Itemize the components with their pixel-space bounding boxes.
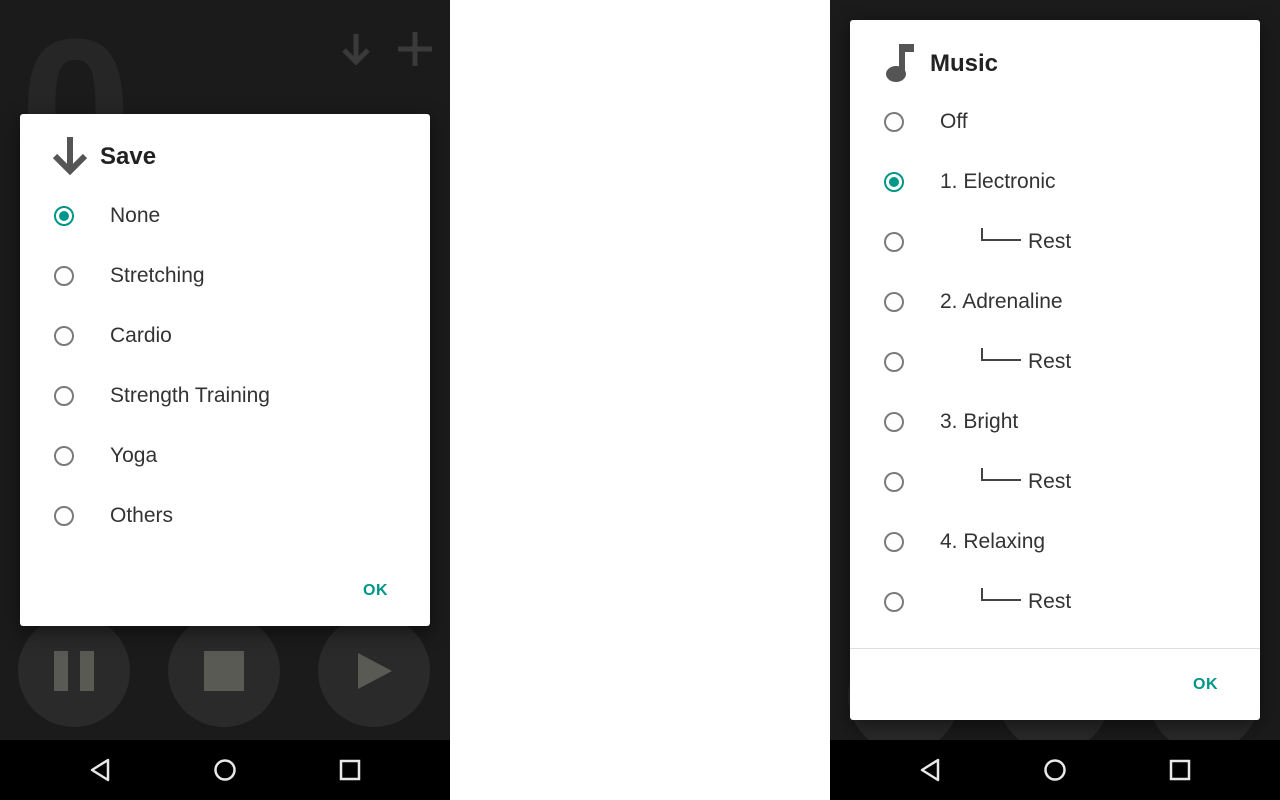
navigation-bar bbox=[0, 740, 450, 800]
radio-button[interactable] bbox=[54, 386, 74, 406]
music-option-adrenaline-rest[interactable]: Rest bbox=[850, 332, 1260, 392]
stop-icon bbox=[204, 651, 244, 691]
music-note-icon bbox=[886, 44, 914, 82]
option-label: None bbox=[110, 204, 161, 227]
option-label: Others bbox=[110, 504, 174, 527]
save-option-yoga[interactable]: Yoga bbox=[20, 426, 430, 486]
background-play-button bbox=[318, 615, 430, 727]
tree-connector bbox=[981, 588, 1021, 601]
radio-button[interactable] bbox=[884, 172, 904, 192]
background-pause-button bbox=[18, 615, 130, 727]
music-option-off[interactable]: Off bbox=[850, 92, 1260, 152]
recents-icon bbox=[339, 759, 361, 781]
music-option-electronic-rest[interactable]: Rest bbox=[850, 212, 1260, 272]
recents-icon bbox=[1169, 759, 1191, 781]
left-screen: 0 Save None Stretching Cardio Strength T… bbox=[0, 0, 450, 800]
option-label: 4. Relaxing bbox=[940, 530, 1046, 553]
tree-connector bbox=[981, 468, 1021, 481]
music-option-electronic[interactable]: 1. Electronic bbox=[850, 152, 1260, 212]
option-label: Cardio bbox=[110, 324, 172, 347]
option-label: Rest bbox=[1028, 590, 1072, 613]
radio-button[interactable] bbox=[884, 412, 904, 432]
radio-button[interactable] bbox=[54, 446, 74, 466]
option-label: Rest bbox=[1028, 350, 1072, 373]
save-option-none[interactable]: None bbox=[20, 186, 430, 246]
music-dialog: Music Off 1. Electronic Rest 2. Adrenali… bbox=[850, 20, 1260, 720]
option-label: 3. Bright bbox=[940, 410, 1019, 433]
music-option-bright-rest[interactable]: Rest bbox=[850, 452, 1260, 512]
save-option-others[interactable]: Others bbox=[20, 486, 430, 546]
back-icon bbox=[90, 758, 110, 782]
radio-button[interactable] bbox=[884, 352, 904, 372]
home-button[interactable] bbox=[210, 755, 240, 785]
tree-connector bbox=[981, 228, 1021, 241]
radio-button[interactable] bbox=[884, 112, 904, 132]
radio-button[interactable] bbox=[54, 326, 74, 346]
dialog-divider bbox=[850, 648, 1260, 649]
option-label: Strength Training bbox=[110, 384, 270, 407]
option-label: Rest bbox=[1028, 470, 1072, 493]
radio-button[interactable] bbox=[884, 472, 904, 492]
home-button[interactable] bbox=[1040, 755, 1070, 785]
background-plus-icon bbox=[398, 32, 432, 66]
radio-button[interactable] bbox=[884, 532, 904, 552]
music-option-adrenaline[interactable]: 2. Adrenaline bbox=[850, 272, 1260, 332]
radio-button[interactable] bbox=[884, 232, 904, 252]
option-label: 1. Electronic bbox=[940, 170, 1056, 193]
music-option-relaxing-rest[interactable]: Rest bbox=[850, 572, 1260, 632]
radio-button[interactable] bbox=[884, 292, 904, 312]
navigation-bar bbox=[830, 740, 1280, 800]
radio-button[interactable] bbox=[54, 506, 74, 526]
arrow-down-icon bbox=[52, 137, 88, 176]
recents-button[interactable] bbox=[1165, 755, 1195, 785]
save-option-strength-training[interactable]: Strength Training bbox=[20, 366, 430, 426]
save-ok-button[interactable]: OK bbox=[363, 582, 388, 600]
option-label: Stretching bbox=[110, 264, 205, 287]
back-button[interactable] bbox=[915, 755, 945, 785]
pause-icon bbox=[54, 651, 94, 691]
music-option-bright[interactable]: 3. Bright bbox=[850, 392, 1260, 452]
option-label: Off bbox=[940, 110, 968, 133]
option-label: Yoga bbox=[110, 444, 158, 467]
background-arrow-down-icon bbox=[342, 34, 370, 66]
radio-button[interactable] bbox=[54, 266, 74, 286]
option-label: 2. Adrenaline bbox=[940, 290, 1063, 313]
radio-button[interactable] bbox=[884, 592, 904, 612]
back-icon bbox=[920, 758, 940, 782]
save-option-stretching[interactable]: Stretching bbox=[20, 246, 430, 306]
option-label: Rest bbox=[1028, 230, 1072, 253]
right-screen: Music Off 1. Electronic Rest 2. Adrenali… bbox=[830, 0, 1280, 800]
music-dialog-title: Music bbox=[930, 50, 999, 77]
music-ok-button[interactable]: OK bbox=[1193, 676, 1218, 694]
save-dialog: Save None Stretching Cardio Strength Tra… bbox=[20, 114, 430, 626]
background-stop-button bbox=[168, 615, 280, 727]
home-icon bbox=[214, 759, 236, 781]
radio-button[interactable] bbox=[54, 206, 74, 226]
save-option-cardio[interactable]: Cardio bbox=[20, 306, 430, 366]
back-button[interactable] bbox=[85, 755, 115, 785]
home-icon bbox=[1044, 759, 1066, 781]
recents-button[interactable] bbox=[335, 755, 365, 785]
save-dialog-title: Save bbox=[100, 143, 157, 170]
tree-connector bbox=[981, 348, 1021, 361]
music-option-relaxing[interactable]: 4. Relaxing bbox=[850, 512, 1260, 572]
play-icon bbox=[358, 653, 392, 689]
